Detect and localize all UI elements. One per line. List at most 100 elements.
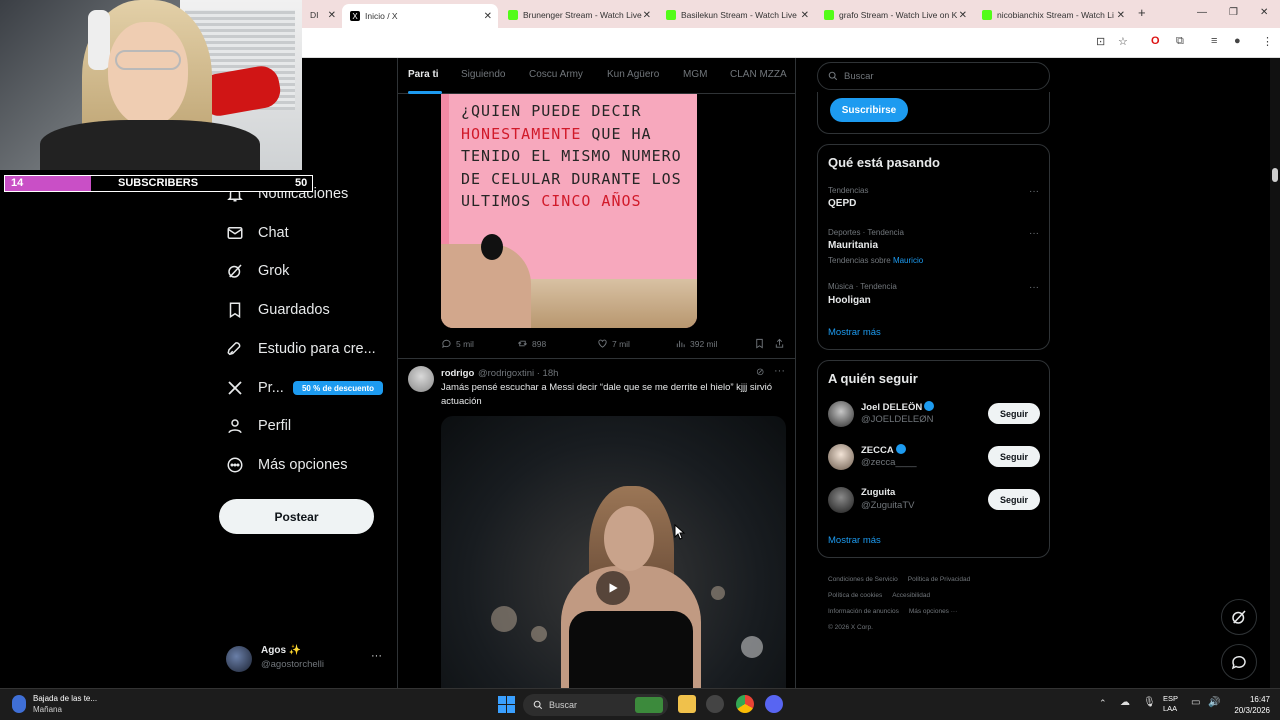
trend-name[interactable]: Mauritania [828,240,878,251]
onedrive-icon[interactable]: ☁ [1120,697,1130,708]
subscribe-button[interactable]: Suscribirse [830,98,908,122]
close-icon[interactable]: ✕ [959,10,967,21]
nav-item-creator-studio[interactable]: Estudio para cre... [226,334,376,364]
close-icon[interactable]: ✕ [801,10,809,21]
follow-button[interactable]: Seguir [988,446,1040,467]
scrollbar-thumb[interactable] [1272,168,1278,182]
mouse-cursor-icon [674,524,686,540]
reply-button[interactable]: 5 mil [441,338,474,349]
footer-link[interactable]: Más opciones ··· [909,608,957,615]
like-button[interactable]: 7 mil [597,338,630,349]
footer-link[interactable]: Condiciones de Servicio [828,576,898,583]
nav-item-profile[interactable]: Perfil [226,411,291,441]
network-icon[interactable]: ▭ [1191,697,1200,708]
reading-list-icon[interactable]: ≡ [1211,35,1217,47]
taskbar-search[interactable]: Buscar [523,694,668,716]
footer-link[interactable]: Política de cookies [828,592,882,599]
window-close-icon[interactable]: ✕ [1260,7,1268,18]
file-explorer-icon[interactable] [678,695,696,713]
browser-tab[interactable]: nicobianchix Stream - Watch Li ✕ [974,4,1131,26]
profile-avatar-icon[interactable]: ● [1234,35,1241,47]
windows-start-icon[interactable] [498,696,515,713]
browser-tab[interactable]: DI ✕ [302,4,342,26]
tab-kun-aguero[interactable]: Kun Agüero [607,69,659,80]
discord-icon[interactable] [765,695,783,713]
weather-icon[interactable] [12,695,26,713]
account-switcher[interactable]: Agos ✨ @agostorchelli ··· [226,644,386,674]
more-dots-icon[interactable]: ··· [371,650,382,662]
bookmark-star-icon[interactable]: ☆ [1118,35,1128,48]
footer-link[interactable]: Información de anuncios [828,608,899,615]
show-more-trends-link[interactable]: Mostrar más [828,327,881,338]
follow-button[interactable]: Seguir [988,403,1040,424]
browser-tab[interactable]: Basilekun Stream - Watch Live ✕ [658,4,815,26]
more-dots-icon[interactable]: ··· [774,365,785,377]
tab-mgm[interactable]: MGM [683,69,707,80]
tab-following[interactable]: Siguiendo [461,69,505,80]
play-button[interactable] [596,571,630,605]
close-icon[interactable]: ✕ [328,10,336,21]
trend-related-link[interactable]: Mauricio [893,256,923,265]
views-button[interactable]: 392 mil [675,338,717,349]
close-icon[interactable]: ✕ [484,11,492,22]
browser-tab-active[interactable]: X Inicio / X ✕ [342,4,498,28]
page-scrollbar[interactable] [1270,58,1280,688]
search-input[interactable] [844,70,1024,82]
show-more-follow-link[interactable]: Mostrar más [828,535,881,546]
nav-item-grok[interactable]: Grok [226,256,289,286]
restore-icon[interactable]: ❐ [1229,7,1238,18]
tweet-author-name[interactable]: rodrigo [441,368,474,379]
avatar[interactable] [408,366,434,392]
follow-button[interactable]: Seguir [988,489,1040,510]
footer-link[interactable]: Política de Privacidad [908,576,971,583]
tray-chevron-icon[interactable]: ⌃ [1099,698,1107,709]
post-button[interactable]: Postear [219,499,374,534]
system-clock[interactable]: 16:47 20/3/2026 [1228,694,1270,716]
follow-suggestion[interactable]: ZECCA @zecca____ Seguir [828,442,1040,476]
browser-tab[interactable]: Brunenger Stream - Watch Live ✕ [500,4,657,26]
share-button[interactable] [774,338,785,349]
chrome-icon[interactable] [736,695,754,713]
tab-coscu-army[interactable]: Coscu Army [529,69,583,80]
grok-tweet-icon[interactable]: ⊘ [756,367,764,378]
more-dots-icon[interactable]: ··· [1029,228,1039,239]
close-icon[interactable]: ✕ [643,10,651,21]
trend-name[interactable]: QEPD [828,198,856,209]
opera-extension-icon[interactable]: O [1151,35,1160,47]
follow-suggestion[interactable]: Joel DELEÖN @JOELDELEØN Seguir [828,399,1040,433]
microphone-icon[interactable]: 🎙 [1143,697,1156,708]
search-box[interactable] [817,62,1050,90]
nav-item-premium[interactable]: Pr... [226,373,284,403]
install-app-icon[interactable]: ⊡ [1096,35,1105,48]
nav-item-bookmarks[interactable]: Guardados [226,295,330,325]
nav-item-more[interactable]: Más opciones [226,450,347,480]
extensions-icon[interactable]: ⧉ [1176,35,1184,48]
tweet-image[interactable]: ¿Quien puede decir honestamente que ha t… [441,94,697,328]
volume-icon[interactable]: 🔊 [1208,697,1220,708]
tab-clan-mzza[interactable]: CLAN MZZA [730,69,787,80]
bookmark-tweet-button[interactable] [754,338,765,349]
nav-item-chat[interactable]: Chat [226,218,289,248]
trend-name[interactable]: Hooligan [828,295,871,306]
new-tab-icon[interactable]: + [1138,5,1146,20]
more-dots-icon[interactable]: ··· [1029,282,1039,293]
minimize-icon[interactable]: — [1197,7,1207,18]
trend-category: Tendencias [828,186,869,195]
follow-suggestion[interactable]: Zuguita @ZuguitaTV Seguir [828,485,1040,519]
more-dots-icon[interactable]: ··· [1029,186,1039,197]
tweet-video[interactable] [441,416,786,688]
footer-link[interactable]: Accesibilidad [892,592,930,599]
browser-tab[interactable]: grafo Stream - Watch Live on K ✕ [816,4,973,26]
tweet-author-handle[interactable]: @rodrigoxtini · 18h [478,368,558,379]
weather-title[interactable]: Bajada de las te... [33,694,97,703]
retweet-button[interactable]: 898 [517,338,546,349]
app-icon[interactable] [706,695,724,713]
note-text: ¿Quien puede decir honestamente que ha t… [461,100,696,213]
language-indicator[interactable]: ESP LAA [1163,694,1178,714]
glasses [115,50,181,70]
close-icon[interactable]: ✕ [1117,10,1125,21]
grok-fab[interactable] [1221,599,1257,635]
tab-for-you[interactable]: Para ti [408,69,439,80]
browser-menu-icon[interactable]: ⋮ [1262,35,1273,48]
messages-fab[interactable] [1221,644,1257,680]
